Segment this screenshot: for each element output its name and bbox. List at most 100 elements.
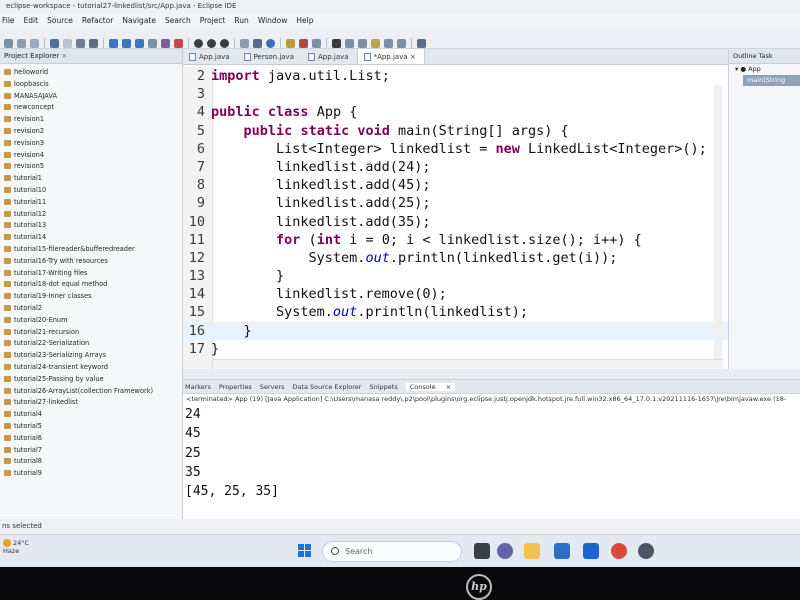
toggle-mark-icon[interactable] xyxy=(332,39,341,48)
editor-tab[interactable]: App.java xyxy=(302,49,357,64)
project-explorer-tab[interactable]: Project Explorer × xyxy=(0,49,182,64)
close-tab-icon[interactable]: × xyxy=(410,53,416,61)
project-item[interactable]: revision2 xyxy=(0,126,182,138)
project-item[interactable]: helloworld xyxy=(0,67,182,79)
next-annotation-icon[interactable] xyxy=(345,39,354,48)
project-item[interactable]: tutorial13 xyxy=(0,220,182,232)
new-package-icon[interactable] xyxy=(253,39,262,48)
project-item[interactable]: tutorial12 xyxy=(0,209,182,221)
outline-method-main[interactable]: main(String xyxy=(743,75,800,86)
menu-run[interactable]: Run xyxy=(234,16,248,25)
editor-tab[interactable]: App.java xyxy=(183,49,238,64)
forward-icon[interactable] xyxy=(397,39,406,48)
search-icon[interactable] xyxy=(312,39,321,48)
project-item[interactable]: tutorial10 xyxy=(0,185,182,197)
project-item[interactable]: MANASAJAVA xyxy=(0,91,182,103)
menu-project[interactable]: Project xyxy=(200,16,226,25)
file-explorer-icon[interactable] xyxy=(524,543,540,559)
project-item[interactable]: revision4 xyxy=(0,150,182,162)
project-item[interactable]: tutorial2 xyxy=(0,303,182,315)
use-step-filters-icon[interactable] xyxy=(161,39,170,48)
dropbox-icon[interactable] xyxy=(583,543,599,559)
project-item[interactable]: tutorial16-Try with resources xyxy=(0,256,182,268)
outline-tab[interactable]: Outline Task xyxy=(729,49,800,64)
project-item[interactable]: loopbascis xyxy=(0,79,182,91)
last-edit-icon[interactable] xyxy=(371,39,380,48)
project-item[interactable]: tutorial18-dot equal method xyxy=(0,279,182,291)
project-item[interactable]: newconcept xyxy=(0,102,182,114)
outline-class-app[interactable]: ▾ ● App xyxy=(729,64,800,75)
project-item[interactable]: tutorial26-ArrayList(collection Framewor… xyxy=(0,386,182,398)
perspective-icon[interactable] xyxy=(417,39,426,48)
open-type-icon[interactable] xyxy=(286,39,295,48)
terminal-icon[interactable] xyxy=(76,39,85,48)
project-item[interactable]: tutorial6 xyxy=(0,433,182,445)
taskbar-search[interactable]: Search xyxy=(322,541,462,562)
teams-chat-icon[interactable] xyxy=(497,543,513,559)
previous-annotation-icon[interactable] xyxy=(358,39,367,48)
project-item[interactable]: tutorial15-filereader&bufferedreader xyxy=(0,244,182,256)
chrome-icon[interactable] xyxy=(611,543,627,559)
eclipse-icon[interactable] xyxy=(638,543,654,559)
project-item[interactable]: revision3 xyxy=(0,138,182,150)
open-task-icon[interactable] xyxy=(299,39,308,48)
start-button[interactable] xyxy=(298,544,312,558)
project-item[interactable]: tutorial21-recursion xyxy=(0,327,182,339)
new-class-icon[interactable] xyxy=(266,39,275,48)
editor-horizontal-scrollbar[interactable] xyxy=(213,359,723,369)
project-item[interactable]: tutorial1 xyxy=(0,173,182,185)
project-item[interactable]: tutorial14 xyxy=(0,232,182,244)
code-area[interactable]: 2 import java.util.List; 3 4 public class … xyxy=(183,67,728,369)
menu-navigate[interactable]: Navigate xyxy=(122,16,156,25)
tab-markers[interactable]: Markers xyxy=(185,383,211,391)
menu-help[interactable]: Help xyxy=(296,16,313,25)
save-icon[interactable] xyxy=(17,39,26,48)
tab-console[interactable]: Console × xyxy=(405,383,456,391)
project-item[interactable]: tutorial27-linkedlist xyxy=(0,397,182,409)
editor-tab-active[interactable]: *App.java × xyxy=(356,49,425,64)
project-item[interactable]: tutorial24-transient keyword xyxy=(0,362,182,374)
project-item[interactable]: tutorial19-Inner classes xyxy=(0,291,182,303)
project-item[interactable]: tutorial23-Serializing Arrays xyxy=(0,350,182,362)
resume-icon[interactable] xyxy=(89,39,98,48)
menu-window[interactable]: Window xyxy=(258,16,288,25)
debug-run-icon[interactable] xyxy=(194,39,203,48)
step-over-icon[interactable] xyxy=(122,39,131,48)
weather-widget[interactable]: 24°C Haze xyxy=(3,539,29,555)
back-icon[interactable] xyxy=(384,39,393,48)
task-tab[interactable]: Task xyxy=(759,52,773,60)
project-item[interactable]: tutorial22-Serialization xyxy=(0,338,182,350)
editor-tab[interactable]: Person.java xyxy=(238,49,302,64)
project-item[interactable]: tutorial20-Enum xyxy=(0,315,182,327)
run-icon[interactable] xyxy=(207,39,216,48)
external-tools-icon[interactable] xyxy=(220,39,229,48)
step-into-icon[interactable] xyxy=(109,39,118,48)
project-item[interactable]: revision1 xyxy=(0,114,182,126)
new-java-project-icon[interactable] xyxy=(240,39,249,48)
project-item[interactable]: tutorial4 xyxy=(0,409,182,421)
project-item[interactable]: tutorial5 xyxy=(0,421,182,433)
project-item[interactable]: tutorial25-Passing by value xyxy=(0,374,182,386)
project-item[interactable]: tutorial7 xyxy=(0,445,182,457)
coverage-icon[interactable] xyxy=(174,39,183,48)
close-icon[interactable]: × xyxy=(61,52,67,60)
step-return-icon[interactable] xyxy=(135,39,144,48)
project-item[interactable]: tutorial11 xyxy=(0,197,182,209)
task-view-icon[interactable] xyxy=(474,543,490,559)
project-item[interactable]: tutorial17-Writing files xyxy=(0,268,182,280)
project-item[interactable]: tutorial8 xyxy=(0,456,182,468)
menu-file[interactable]: File xyxy=(2,16,15,25)
tab-data-source-explorer[interactable]: Data Source Explorer xyxy=(292,383,361,391)
editor-vertical-scrollbar[interactable] xyxy=(714,85,722,365)
skip-breakpoints-icon[interactable] xyxy=(63,39,72,48)
menu-search[interactable]: Search xyxy=(165,16,191,25)
menu-source[interactable]: Source xyxy=(47,16,73,25)
tab-servers[interactable]: Servers xyxy=(260,383,285,391)
drop-frame-icon[interactable] xyxy=(148,39,157,48)
menu-edit[interactable]: Edit xyxy=(24,16,39,25)
save-all-icon[interactable] xyxy=(30,39,39,48)
menu-refactor[interactable]: Refactor xyxy=(82,16,113,25)
tab-snippets[interactable]: Snippets xyxy=(369,383,397,391)
debug-icon[interactable] xyxy=(50,39,59,48)
project-item[interactable]: tutorial9 xyxy=(0,468,182,480)
